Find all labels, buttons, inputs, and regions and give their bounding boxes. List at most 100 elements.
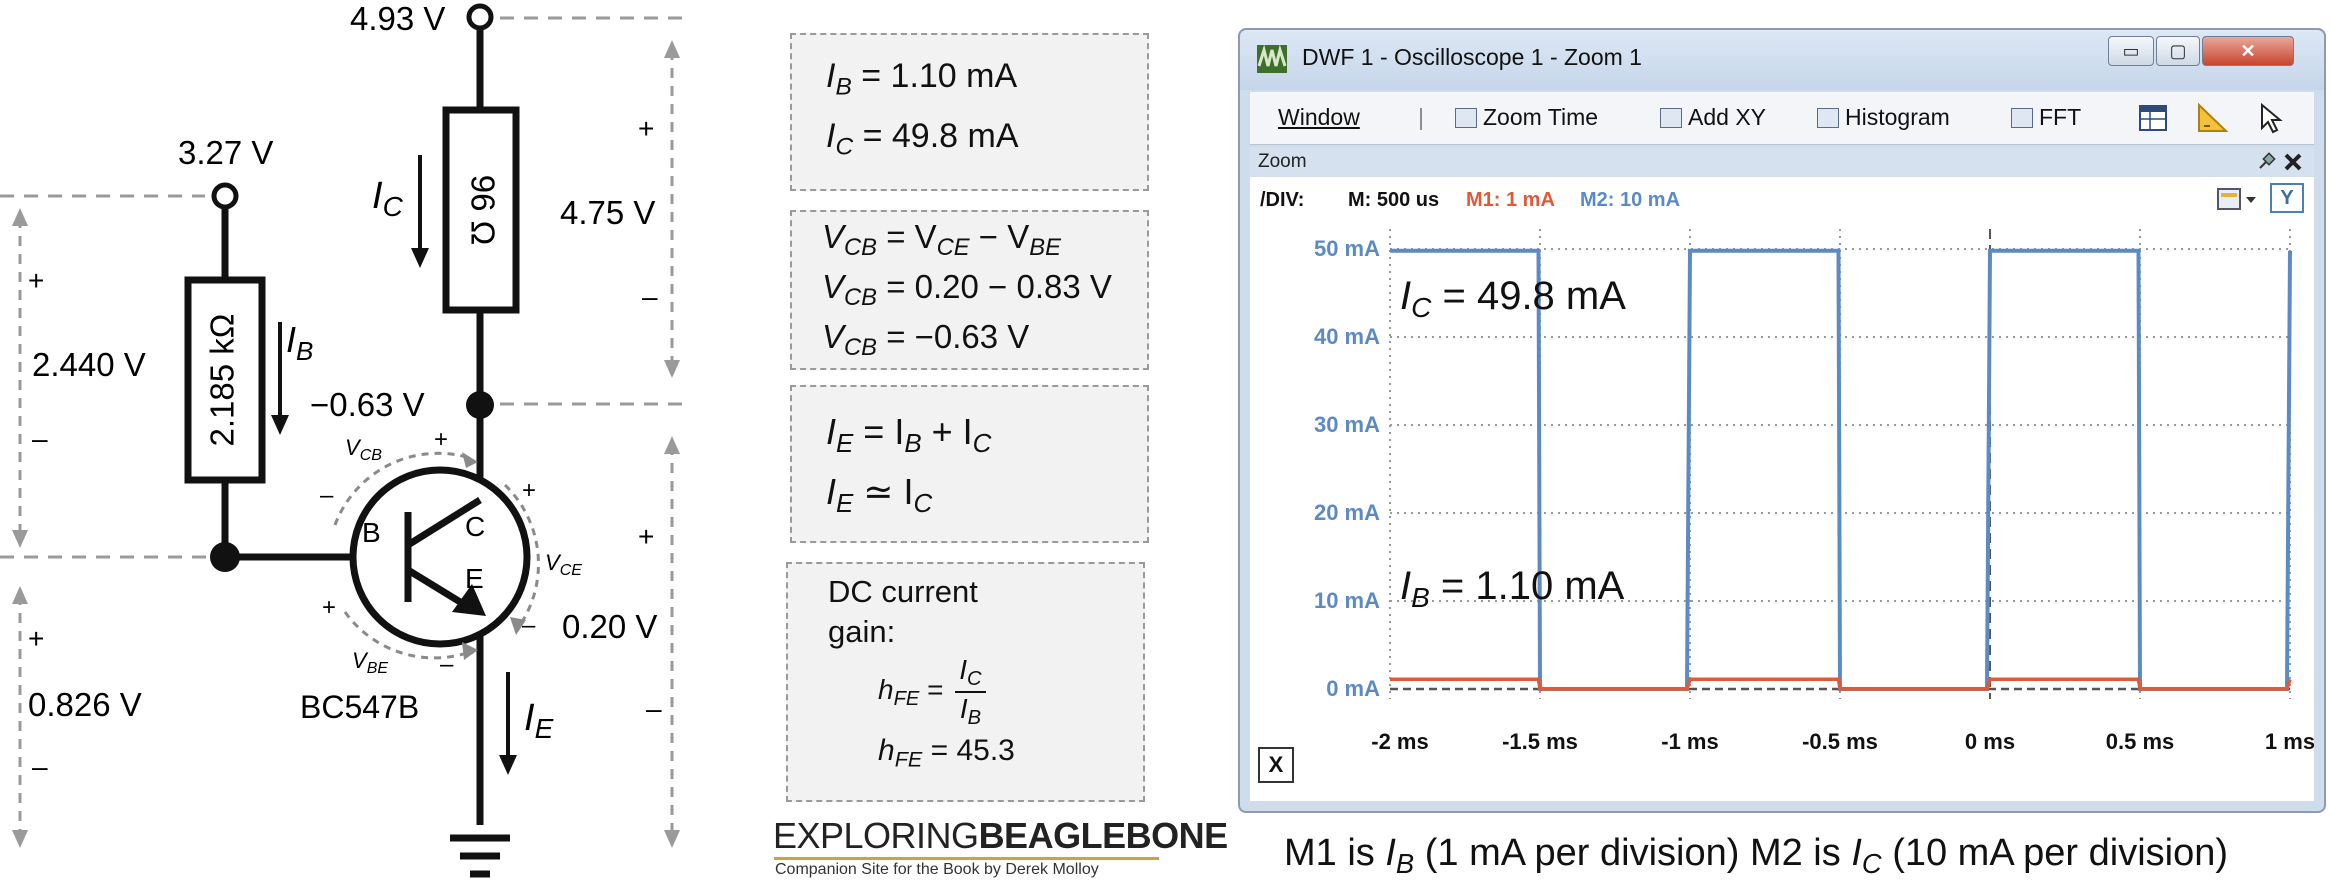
transistor-part-label: BC547B bbox=[300, 689, 419, 725]
collector-node-voltage: −0.63 V bbox=[310, 386, 425, 423]
brand-tagline: Companion Site for the Book by Derek Mol… bbox=[775, 861, 1099, 878]
oscilloscope-window: DWF 1 - Oscilloscope 1 - Zoom 1 ▭ ▢ ✕ Wi… bbox=[1238, 28, 2326, 813]
base-supply-terminal bbox=[211, 182, 239, 210]
fft-button[interactable]: FFT bbox=[2011, 104, 2081, 131]
base-supply-label: 3.27 V bbox=[178, 134, 273, 171]
vce-minus: – bbox=[522, 612, 536, 639]
window-titlebar[interactable]: DWF 1 - Oscilloscope 1 - Zoom 1 ▭ ▢ ✕ bbox=[1240, 30, 2324, 90]
histogram-button[interactable]: Histogram bbox=[1817, 104, 1950, 131]
oscilloscope-chart: 50 mA 40 mA 30 mA 20 mA 10 mA 0 mA -2 ms -1.5 m… bbox=[1314, 229, 2315, 754]
vbe-minus: – bbox=[440, 651, 454, 678]
m2-division[interactable]: M2: 10 mA bbox=[1580, 189, 1680, 212]
y-tick-label: 0 mA bbox=[1326, 676, 1380, 701]
equation-box-currents: IB = 1.10 mA IC = 49.8 mA bbox=[790, 33, 1149, 191]
pin-b-label: B bbox=[362, 517, 381, 548]
ic-label: IC bbox=[372, 175, 404, 222]
base-voltage: 0.826 V bbox=[28, 686, 142, 723]
gain-title-2: gain: bbox=[828, 614, 896, 649]
zoom-panel-header: Zoom bbox=[1250, 147, 2314, 177]
window-menu[interactable]: Window bbox=[1278, 104, 1360, 131]
vce-side-plus: + bbox=[638, 521, 654, 552]
pin-e-label: E bbox=[465, 563, 484, 594]
window-title: DWF 1 - Oscilloscope 1 - Zoom 1 bbox=[1302, 44, 1642, 70]
collector-node bbox=[466, 391, 494, 419]
vcb-equation-1: VCB = VCE − VBE bbox=[822, 218, 1061, 262]
cursor-icon[interactable] bbox=[2258, 102, 2284, 134]
vce-label: VCE bbox=[545, 550, 582, 579]
zoom-time-button[interactable]: Zoom Time bbox=[1455, 104, 1598, 131]
close-panel-icon[interactable] bbox=[2282, 151, 2304, 173]
resistor-c-minus: – bbox=[642, 281, 658, 312]
reference-lines bbox=[0, 16, 690, 559]
x-tick-label: 0 ms bbox=[1965, 729, 2015, 754]
maximize-button[interactable]: ▢ bbox=[2156, 36, 2200, 66]
collector-resistor-value: 96 Ω bbox=[464, 175, 501, 246]
vbe-plus: + bbox=[322, 594, 336, 621]
m1-division[interactable]: M1: 1 mA bbox=[1466, 189, 1555, 212]
resistor-c-plus: + bbox=[638, 113, 654, 144]
div-label: /DIV: bbox=[1260, 189, 1305, 211]
vcb-label: VCB bbox=[345, 435, 382, 464]
ie-label: IE bbox=[524, 697, 554, 744]
x-tick-label: 0.5 ms bbox=[2106, 729, 2175, 754]
vcb-minus: – bbox=[320, 482, 334, 509]
vcb-plus: + bbox=[434, 426, 448, 453]
resistor-b-plus: + bbox=[28, 265, 44, 296]
x-tick-label: -1 ms bbox=[1661, 729, 1718, 754]
x-tick-label: -0.5 ms bbox=[1802, 729, 1878, 754]
ie-equation-1: IE = IB + IC bbox=[826, 411, 992, 458]
add-xy-icon bbox=[1660, 108, 1682, 128]
equation-box-gain: DC current gain: hFE = IC IB hFE = 45.3 bbox=[786, 562, 1145, 802]
x-tick-label: -2 ms bbox=[1371, 729, 1428, 754]
ie-equation-2: IE ≃ IC bbox=[826, 471, 933, 518]
chart-annotation: IB = 1.10 mA bbox=[1400, 564, 1625, 613]
add-xy-button[interactable]: Add XY bbox=[1660, 104, 1766, 131]
y-tick-label: 10 mA bbox=[1314, 588, 1380, 613]
pin-icon[interactable] bbox=[2256, 152, 2276, 172]
vcb-equation-3: VCB = −0.63 V bbox=[822, 318, 1030, 362]
base-node bbox=[210, 542, 240, 572]
gain-title-1: DC current bbox=[828, 574, 978, 609]
zoom-label: Zoom bbox=[1258, 151, 1307, 172]
brand-logo: EXPLORINGBEAGLEBONE bbox=[773, 815, 1228, 856]
scope-caption: M1 is IB (1 mA per division) M2 is IC (1… bbox=[1284, 832, 2229, 880]
equation-box-ie: IE = IB + IC IE ≃ IC bbox=[790, 385, 1149, 543]
ic-equation: IC = 49.8 mA bbox=[826, 117, 1019, 161]
collector-supply-label: 4.93 V bbox=[350, 0, 445, 37]
ib-label: IB bbox=[286, 319, 313, 366]
plot-area[interactable]: 50 mA 40 mA 30 mA 20 mA 10 mA 0 mA -2 ms -1.5 m… bbox=[1250, 219, 2315, 801]
vce-side-minus: – bbox=[646, 693, 662, 724]
x-tick-label: -1.5 ms bbox=[1502, 729, 1578, 754]
toolbar: Window | Zoom Time Add XY Histogram FFT bbox=[1250, 92, 2314, 145]
zoom-time-icon bbox=[1455, 108, 1477, 128]
division-bar: /DIV: M: 500 us M1: 1 mA M2: 10 mA Y bbox=[1250, 177, 2314, 219]
x-axis-button[interactable]: X bbox=[1258, 747, 1294, 783]
y-axis-button[interactable]: Y bbox=[2270, 183, 2304, 213]
hfe-formula: hFE = IC IB bbox=[878, 654, 986, 730]
close-button[interactable]: ✕ bbox=[2202, 36, 2294, 66]
y-tick-label: 50 mA bbox=[1314, 236, 1380, 261]
vce-plus: + bbox=[522, 477, 536, 504]
settings-dropdown-icon[interactable] bbox=[2216, 185, 2258, 213]
hfe-result: hFE = 45.3 bbox=[878, 734, 1015, 772]
vce-voltage: 0.20 V bbox=[562, 608, 657, 645]
y-tick-label: 40 mA bbox=[1314, 324, 1380, 349]
toolbar-separator: | bbox=[1418, 104, 1424, 130]
circuit-schematic: 4.93 V 3.27 V 96 Ω 2.185 kΩ IC IB IE −0.… bbox=[0, 0, 690, 878]
base-voltage-minus: – bbox=[32, 751, 48, 782]
vcb-equation-2: VCB = 0.20 − 0.83 V bbox=[822, 268, 1112, 312]
time-division[interactable]: M: 500 us bbox=[1348, 189, 1439, 212]
app-icon bbox=[1257, 44, 1287, 73]
vbe-label: VBE bbox=[352, 648, 388, 677]
fft-icon bbox=[2011, 108, 2033, 128]
measure-icon[interactable] bbox=[2196, 102, 2230, 134]
brand-rule bbox=[774, 857, 1159, 860]
series-m1-trace bbox=[1390, 677, 2292, 691]
chart-annotation: IC = 49.8 mA bbox=[1400, 274, 1626, 323]
minimize-button[interactable]: ▭ bbox=[2108, 36, 2154, 66]
resistor-b-voltage: 2.440 V bbox=[32, 346, 146, 383]
equation-box-vcb: VCB = VCE − VBE VCB = 0.20 − 0.83 V VCB … bbox=[790, 210, 1149, 370]
base-resistor-value: 2.185 kΩ bbox=[204, 314, 241, 447]
ib-equation: IB = 1.10 mA bbox=[826, 57, 1018, 101]
table-icon[interactable] bbox=[2138, 104, 2168, 132]
